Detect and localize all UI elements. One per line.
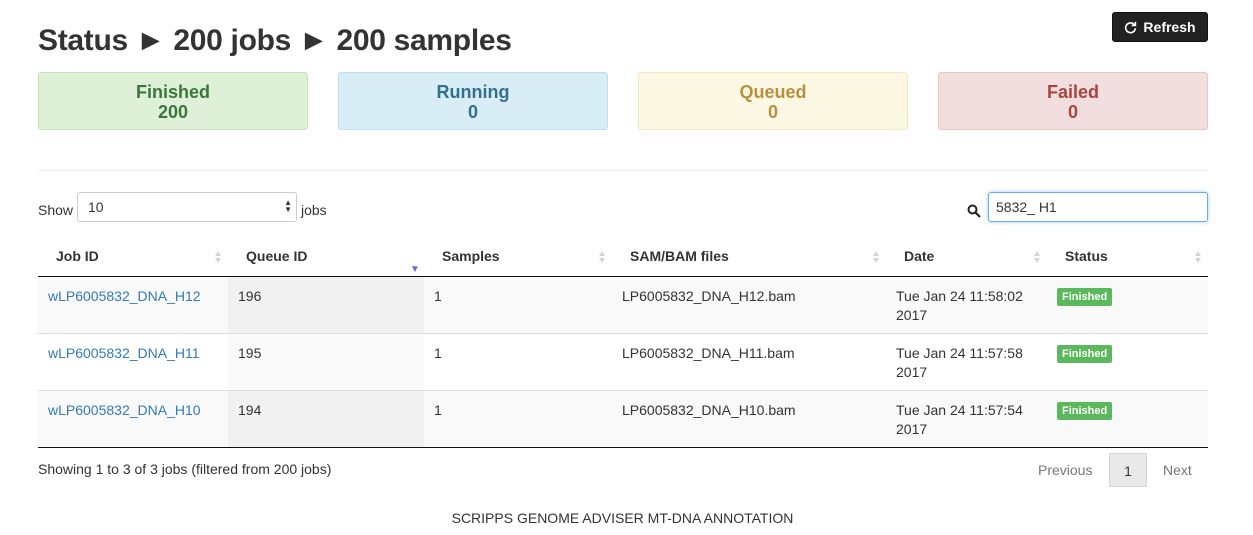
file-cell: LP6005832_DNA_H12.bam xyxy=(622,288,796,304)
status-badge: Finished xyxy=(1057,402,1113,420)
page-length-value: 10 xyxy=(88,199,104,215)
page-1-button[interactable]: 1 xyxy=(1109,453,1147,487)
status-badge: Finished xyxy=(1057,345,1113,363)
sort-icon xyxy=(873,251,879,263)
footer-text: SCRIPPS GENOME ADVISER MT-DNA ANNOTATION xyxy=(451,510,794,526)
date-year-cell: 2017 xyxy=(896,364,928,380)
divider xyxy=(38,170,1208,171)
table-info: Showing 1 to 3 of 3 jobs (filtered from … xyxy=(38,461,332,477)
column-label: Date xyxy=(904,248,935,264)
samples-cell: 1 xyxy=(434,402,442,418)
job-id-link[interactable]: wLP6005832_DNA_H12 xyxy=(48,287,201,306)
jobs-table: Job ID Queue ID ▼ Samples SAM/BAM files … xyxy=(38,239,1208,448)
status-badge: Finished xyxy=(1057,288,1113,306)
column-header-job-id[interactable]: Job ID xyxy=(38,239,228,276)
date-cell: Tue Jan 24 11:57:54 xyxy=(896,402,1023,418)
sort-icon xyxy=(1034,251,1040,263)
file-cell: LP6005832_DNA_H10.bam xyxy=(622,402,796,418)
queue-id-cell: 195 xyxy=(238,345,262,361)
sort-icon xyxy=(1195,251,1201,263)
sort-icon xyxy=(215,251,221,263)
date-year-cell: 2017 xyxy=(896,307,928,323)
jobs-label: jobs xyxy=(301,202,327,218)
queued-label: Queued xyxy=(739,82,807,102)
column-label: Job ID xyxy=(56,248,99,264)
table-row: wLP6005832_DNA_H12 196 1 LP6005832_DNA_H… xyxy=(38,277,1208,334)
page-length-select[interactable]: 10 ▲ ▼ xyxy=(77,192,297,222)
search-icon xyxy=(967,204,981,218)
previous-page-button[interactable]: Previous xyxy=(1038,453,1092,487)
queue-id-cell: 196 xyxy=(238,288,262,304)
column-label: Status xyxy=(1065,248,1108,264)
table-row: wLP6005832_DNA_H11 195 1 LP6005832_DNA_H… xyxy=(38,334,1208,391)
queued-count-panel: Queued 0 xyxy=(638,72,908,130)
column-header-queue-id[interactable]: Queue ID ▼ xyxy=(228,239,424,276)
job-id-link[interactable]: wLP6005832_DNA_H11 xyxy=(48,344,200,363)
failed-count: 0 xyxy=(1067,102,1078,122)
column-header-samples[interactable]: Samples xyxy=(424,239,612,276)
show-label: Show xyxy=(38,202,74,218)
finished-count: 200 xyxy=(157,102,189,122)
column-label: Queue ID xyxy=(246,248,308,264)
running-count-panel: Running 0 xyxy=(338,72,608,130)
file-cell: LP6005832_DNA_H11.bam xyxy=(622,345,795,361)
failed-count-panel: Failed 0 xyxy=(938,72,1208,130)
failed-label: Failed xyxy=(1046,82,1099,102)
select-arrows-icon: ▲ ▼ xyxy=(284,198,292,214)
column-label: SAM/BAM files xyxy=(630,248,729,264)
table-row: wLP6005832_DNA_H10 194 1 LP6005832_DNA_H… xyxy=(38,391,1208,448)
date-cell: Tue Jan 24 11:58:02 xyxy=(896,288,1023,304)
table-header: Job ID Queue ID ▼ Samples SAM/BAM files … xyxy=(38,239,1208,277)
page-title: Status ► 200 jobs ► 200 samples xyxy=(38,24,512,57)
search-input[interactable] xyxy=(988,192,1208,222)
column-header-status[interactable]: Status xyxy=(1047,239,1208,276)
sort-icon xyxy=(599,251,605,263)
samples-cell: 1 xyxy=(434,288,442,304)
column-header-date[interactable]: Date xyxy=(886,239,1047,276)
refresh-button[interactable]: Refresh xyxy=(1112,12,1208,42)
running-label: Running xyxy=(436,82,510,102)
refresh-icon xyxy=(1125,21,1137,33)
job-id-link[interactable]: wLP6005832_DNA_H10 xyxy=(48,401,201,420)
finished-count-panel: Finished 200 xyxy=(38,72,308,130)
refresh-button-label: Refresh xyxy=(1143,19,1196,35)
date-year-cell: 2017 xyxy=(896,421,928,437)
column-label: Samples xyxy=(442,248,500,264)
column-header-sam-bam-files[interactable]: SAM/BAM files xyxy=(612,239,886,276)
date-cell: Tue Jan 24 11:57:58 xyxy=(896,345,1023,361)
finished-label: Finished xyxy=(135,82,210,102)
next-page-button[interactable]: Next xyxy=(1163,453,1192,487)
running-count: 0 xyxy=(467,102,478,122)
queue-id-cell: 194 xyxy=(238,402,262,418)
samples-cell: 1 xyxy=(434,345,442,361)
queued-count: 0 xyxy=(767,102,778,122)
